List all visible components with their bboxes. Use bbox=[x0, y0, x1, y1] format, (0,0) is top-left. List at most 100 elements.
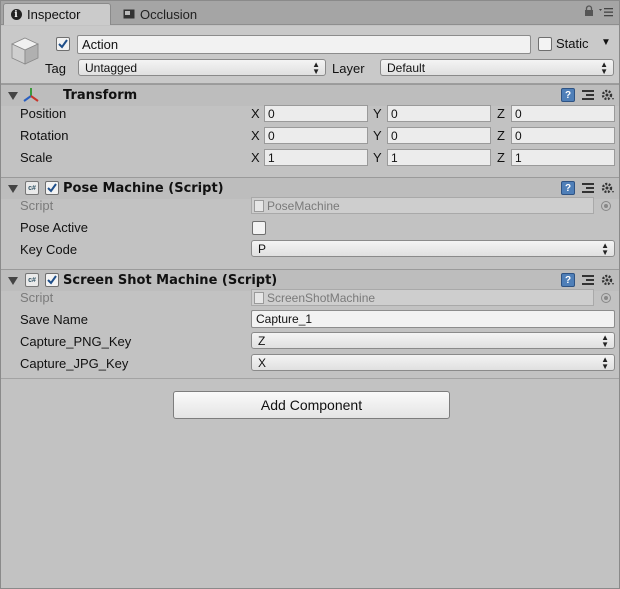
pose-machine-header[interactable]: c# Pose Machine (Script) ? bbox=[1, 177, 619, 199]
scale-label: Scale bbox=[20, 150, 53, 165]
key-code-dropdown[interactable]: P ▲ ▼ bbox=[251, 240, 615, 257]
checkmark-icon bbox=[47, 275, 57, 285]
tab-bar: i Inspector Occlusion bbox=[1, 1, 619, 25]
screenshot-machine-header[interactable]: c# Screen Shot Machine (Script) ? bbox=[1, 269, 619, 291]
checkmark-icon bbox=[58, 39, 68, 49]
key-code-value: P bbox=[258, 241, 267, 256]
layer-dropdown[interactable]: Default ▲ ▼ bbox=[380, 59, 614, 76]
updown-arrow-icon: ▲ ▼ bbox=[600, 60, 608, 76]
inspector-window: i Inspector Occlusion Action Static ▼ Ta… bbox=[0, 0, 620, 589]
position-x-value: 0 bbox=[268, 106, 275, 121]
screenshot-machine-title: Screen Shot Machine (Script) bbox=[63, 273, 278, 288]
tag-value: Untagged bbox=[85, 60, 138, 75]
rotation-y-value: 0 bbox=[391, 128, 398, 143]
help-icon[interactable]: ? bbox=[561, 273, 575, 287]
axis-y-label: Y bbox=[373, 128, 382, 143]
capture-png-key-dropdown[interactable]: Z ▲ ▼ bbox=[251, 332, 615, 349]
rotation-z-value: 0 bbox=[515, 128, 522, 143]
info-icon: i bbox=[10, 9, 22, 21]
transform-header[interactable]: Transform ? bbox=[1, 84, 619, 106]
key-code-label: Key Code bbox=[20, 242, 78, 257]
script-file-icon bbox=[254, 199, 264, 212]
gear-icon[interactable] bbox=[601, 88, 615, 102]
foldout-arrow-icon[interactable] bbox=[8, 92, 18, 100]
rotation-x-value: 0 bbox=[268, 128, 275, 143]
object-picker-icon[interactable] bbox=[601, 201, 611, 211]
pose-active-checkbox[interactable] bbox=[252, 221, 266, 235]
position-label: Position bbox=[20, 106, 67, 121]
position-y-field[interactable]: 0 bbox=[387, 105, 491, 122]
capture-jpg-key-dropdown[interactable]: X ▲ ▼ bbox=[251, 354, 615, 371]
layer-value: Default bbox=[387, 60, 426, 75]
lock-icon[interactable] bbox=[584, 5, 594, 20]
position-x-field[interactable]: 0 bbox=[264, 105, 368, 122]
preset-icon[interactable] bbox=[581, 273, 595, 287]
pose-machine-enabled-checkbox[interactable] bbox=[45, 181, 59, 195]
updown-arrow-icon: ▲ ▼ bbox=[601, 241, 609, 257]
preset-icon[interactable] bbox=[581, 88, 595, 102]
tab-occlusion-label: Occlusion bbox=[140, 6, 198, 22]
updown-arrow-icon: ▲ ▼ bbox=[601, 333, 609, 349]
tab-menu-icon[interactable] bbox=[599, 6, 613, 20]
save-name-label: Save Name bbox=[20, 312, 88, 327]
tab-occlusion[interactable]: Occlusion bbox=[117, 3, 225, 25]
save-name-field[interactable]: Capture_1 bbox=[251, 310, 615, 328]
capture-png-key-label: Capture_PNG_Key bbox=[20, 334, 132, 349]
pose-active-label: Pose Active bbox=[20, 220, 88, 235]
capture-jpg-key-label: Capture_JPG_Key bbox=[20, 356, 129, 371]
help-icon[interactable]: ? bbox=[561, 88, 575, 102]
gameobject-cube-icon bbox=[9, 35, 41, 67]
rotation-x-field[interactable]: 0 bbox=[264, 127, 368, 144]
scale-y-field[interactable]: 1 bbox=[387, 149, 491, 166]
axis-z-label: Z bbox=[497, 150, 505, 165]
transform-axes-icon bbox=[23, 87, 39, 106]
save-name-value: Capture_1 bbox=[256, 312, 313, 326]
static-checkbox[interactable] bbox=[538, 37, 552, 51]
name-field[interactable]: Action bbox=[77, 35, 531, 54]
active-checkbox[interactable] bbox=[56, 37, 70, 51]
add-component-button[interactable]: Add Component bbox=[173, 391, 450, 419]
axis-y-label: Y bbox=[373, 106, 382, 121]
updown-arrow-icon: ▲ ▼ bbox=[601, 355, 609, 371]
pose-script-label: Script bbox=[20, 198, 54, 213]
screenshot-script-value: ScreenShotMachine bbox=[267, 290, 376, 305]
tag-label: Tag bbox=[45, 61, 66, 76]
gear-icon[interactable] bbox=[601, 181, 615, 195]
foldout-arrow-icon[interactable] bbox=[8, 277, 18, 285]
object-picker-icon[interactable] bbox=[601, 293, 611, 303]
rotation-z-field[interactable]: 0 bbox=[511, 127, 615, 144]
tab-inspector[interactable]: i Inspector bbox=[3, 3, 111, 25]
occlusion-icon bbox=[123, 8, 135, 20]
csharp-script-icon: c# bbox=[25, 273, 39, 287]
axis-x-label: X bbox=[251, 128, 260, 143]
scale-z-field[interactable]: 1 bbox=[511, 149, 615, 166]
position-z-field[interactable]: 0 bbox=[511, 105, 615, 122]
capture-jpg-key-value: X bbox=[258, 355, 267, 370]
tag-dropdown[interactable]: Untagged ▲ ▼ bbox=[78, 59, 326, 76]
capture-png-key-value: Z bbox=[258, 333, 266, 348]
gameobject-header: Action Static ▼ Tag Untagged ▲ ▼ Layer De… bbox=[1, 26, 619, 84]
scale-x-field[interactable]: 1 bbox=[264, 149, 368, 166]
csharp-script-icon: c# bbox=[25, 181, 39, 195]
axis-x-label: X bbox=[251, 106, 260, 121]
rotation-y-field[interactable]: 0 bbox=[387, 127, 491, 144]
static-dropdown-icon[interactable]: ▼ bbox=[601, 37, 611, 48]
screenshot-machine-enabled-checkbox[interactable] bbox=[45, 273, 59, 287]
foldout-arrow-icon[interactable] bbox=[8, 185, 18, 193]
position-z-value: 0 bbox=[515, 106, 522, 121]
add-component-label: Add Component bbox=[260, 397, 363, 413]
screenshot-script-field: ScreenShotMachine bbox=[251, 289, 594, 306]
scale-y-value: 1 bbox=[391, 150, 398, 165]
scale-z-value: 1 bbox=[515, 150, 522, 165]
position-y-value: 0 bbox=[391, 106, 398, 121]
pose-script-value: PoseMachine bbox=[267, 198, 340, 213]
axis-x-label: X bbox=[251, 150, 260, 165]
transform-title: Transform bbox=[63, 88, 138, 103]
pose-script-field: PoseMachine bbox=[251, 197, 594, 214]
updown-arrow-icon: ▲ ▼ bbox=[312, 60, 320, 76]
gear-icon[interactable] bbox=[601, 273, 615, 287]
help-icon[interactable]: ? bbox=[561, 181, 575, 195]
transform-header-icons: ? bbox=[561, 88, 615, 102]
screenshot-script-label: Script bbox=[20, 290, 54, 305]
preset-icon[interactable] bbox=[581, 181, 595, 195]
